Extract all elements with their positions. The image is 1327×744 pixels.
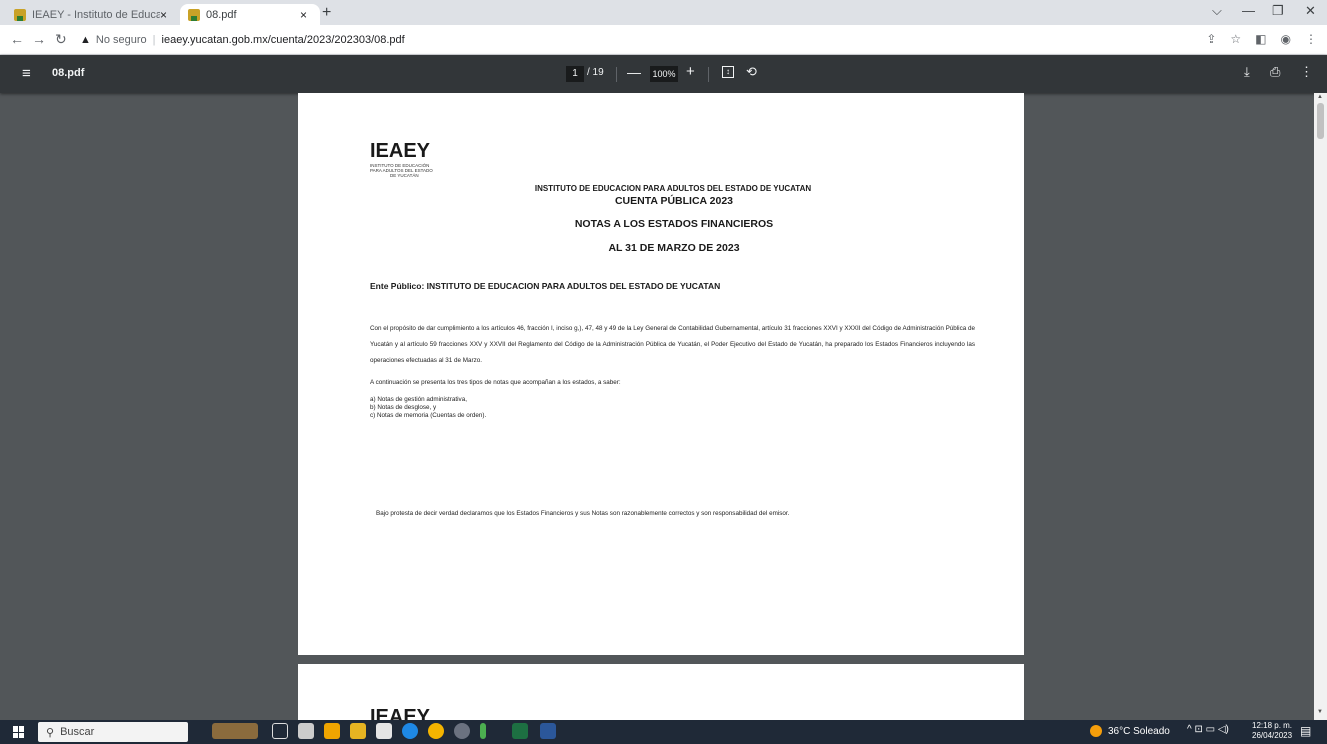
notification-icon[interactable]: ▤ bbox=[1300, 724, 1311, 738]
windows-start-icon[interactable] bbox=[13, 726, 25, 738]
notes-list: a) Notas de gestión administrativa, b) N… bbox=[370, 396, 486, 420]
zoom-in-button[interactable]: + bbox=[686, 63, 695, 80]
ieaey-logo: IEAEY INSTITUTO DE EDUCACIÓN PARA ADULTO… bbox=[370, 140, 460, 178]
page-number-input[interactable]: 1 bbox=[566, 66, 584, 82]
word-icon[interactable] bbox=[540, 723, 556, 739]
notes-intro: A continuación se presenta los tres tipo… bbox=[370, 379, 621, 386]
zoom-out-button[interactable]: — bbox=[627, 64, 641, 80]
warning-icon[interactable]: ▲ bbox=[80, 34, 91, 46]
scroll-thumb[interactable] bbox=[1317, 103, 1324, 139]
pdf-file-name: 08.pdf bbox=[52, 67, 85, 79]
divider bbox=[616, 67, 617, 82]
tab-search-chevron-icon[interactable]: ⌵ bbox=[1212, 3, 1222, 19]
chrome-icon[interactable] bbox=[428, 723, 444, 739]
close-tab-icon[interactable]: × bbox=[300, 8, 307, 22]
app-icon[interactable] bbox=[480, 723, 486, 739]
excel-icon[interactable] bbox=[512, 723, 528, 739]
sun-icon bbox=[1090, 725, 1102, 737]
ente-publico-line: Ente Público: INSTITUTO DE EDUCACION PAR… bbox=[370, 281, 721, 291]
fit-to-page-icon[interactable]: ↕ bbox=[722, 66, 734, 78]
logo-subtitle: INSTITUTO DE EDUCACIÓN PARA ADULTOS DEL … bbox=[370, 163, 460, 178]
tab-08-pdf[interactable]: 08.pdf × bbox=[180, 4, 320, 25]
close-tab-icon[interactable]: × bbox=[160, 8, 167, 22]
divider: | bbox=[152, 34, 156, 46]
page-total: / 19 bbox=[587, 67, 604, 78]
close-window-icon[interactable]: ✕ bbox=[1305, 3, 1316, 19]
logo-sub-line: DE YUCATÁN bbox=[390, 173, 419, 178]
zoom-level-input[interactable]: 100% bbox=[650, 66, 678, 82]
back-arrow-icon[interactable]: ← bbox=[10, 31, 24, 47]
reload-icon[interactable]: ↻ bbox=[55, 31, 67, 48]
mail-icon[interactable] bbox=[376, 723, 392, 739]
scroll-up-icon[interactable]: ▲ bbox=[1317, 94, 1323, 100]
date-text: 26/04/2023 bbox=[1252, 731, 1293, 740]
clock[interactable]: 12:18 p. m. 26/04/2023 bbox=[1252, 721, 1292, 741]
browser-tab-strip: IEAEY - Instituto de Educación pa × 08.p… bbox=[0, 0, 1327, 25]
more-options-icon[interactable]: ⋮ bbox=[1300, 64, 1313, 80]
download-icon[interactable]: ⤓ bbox=[1244, 64, 1250, 80]
date-heading: AL 31 DE MARZO DE 2023 bbox=[608, 242, 740, 254]
tab-label: 08.pdf bbox=[206, 8, 237, 21]
omnibox[interactable]: ▲ No seguro | ieaey.yucatan.gob.mx/cuent… bbox=[80, 29, 1180, 51]
site-favicon-icon bbox=[188, 8, 200, 21]
address-toolbar: ← → ↻ ▲ No seguro | ieaey.yucatan.gob.mx… bbox=[0, 25, 1327, 55]
menu-icon[interactable]: ≡ bbox=[22, 65, 31, 82]
news-widget-icon[interactable] bbox=[212, 723, 258, 739]
url-text[interactable]: ieaey.yucatan.gob.mx/cuenta/2023/202303/… bbox=[162, 34, 405, 46]
tab-label: IEAEY - Instituto de Educación pa bbox=[32, 8, 160, 21]
list-item: c) Notas de memoria (Cuentas de orden). bbox=[370, 412, 487, 419]
minimize-icon[interactable]: — bbox=[1242, 3, 1255, 18]
intro-paragraph: Con el propósito de dar cumplimiento a l… bbox=[370, 325, 975, 364]
address-bar-actions: ⇪ ☆ ◧ ◉ ⋮ bbox=[1206, 32, 1317, 46]
edge-icon[interactable] bbox=[402, 723, 418, 739]
settings-icon[interactable] bbox=[454, 723, 470, 739]
list-item: b) Notas de desglose, y bbox=[370, 404, 437, 411]
browser-menu-icon[interactable]: ⋮ bbox=[1305, 32, 1317, 46]
site-favicon-icon bbox=[14, 8, 26, 21]
institution-heading: INSTITUTO DE EDUCACION PARA ADULTOS DEL … bbox=[534, 184, 812, 193]
taskbar-search[interactable]: ⚲ Buscar bbox=[38, 722, 188, 742]
time-text: 12:18 p. m. bbox=[1252, 721, 1293, 730]
task-view-icon[interactable] bbox=[272, 723, 288, 739]
divider bbox=[708, 67, 709, 82]
bookmark-star-icon[interactable]: ☆ bbox=[1230, 32, 1241, 46]
windows-taskbar: ⚲ Buscar 36°C Soleado ^ ⊡ ▭ ◁) 12:18 p. … bbox=[0, 720, 1327, 744]
rotate-icon[interactable]: ⟲ bbox=[746, 64, 757, 80]
search-placeholder: Buscar bbox=[60, 726, 95, 738]
file-explorer-icon[interactable] bbox=[350, 723, 366, 739]
restore-icon[interactable]: ❐ bbox=[1272, 3, 1284, 19]
forward-arrow-icon[interactable]: → bbox=[32, 31, 46, 47]
profile-avatar-icon[interactable]: ◉ bbox=[1281, 32, 1291, 46]
protesta-statement: Bajo protesta de decir verdad declaramos… bbox=[376, 510, 790, 517]
share-icon[interactable]: ⇪ bbox=[1206, 32, 1216, 46]
cuenta-publica-heading: CUENTA PÚBLICA 2023 bbox=[614, 195, 734, 207]
scrollbar[interactable]: ▲ ▼ bbox=[1314, 93, 1327, 720]
system-tray-icons[interactable]: ^ ⊡ ▭ ◁) bbox=[1187, 724, 1229, 735]
store-icon[interactable] bbox=[324, 723, 340, 739]
list-item: a) Notas de gestión administrativa, bbox=[370, 396, 467, 403]
side-panel-icon[interactable]: ◧ bbox=[1255, 32, 1266, 46]
print-icon[interactable]: ⎙ bbox=[1270, 64, 1280, 80]
calculator-icon[interactable] bbox=[298, 723, 314, 739]
weather-text: 36°C Soleado bbox=[1108, 725, 1170, 737]
weather-widget[interactable]: 36°C Soleado bbox=[1090, 725, 1170, 737]
scroll-down-icon[interactable]: ▼ bbox=[1317, 709, 1323, 715]
search-icon: ⚲ bbox=[46, 726, 55, 739]
tab-ieaey[interactable]: IEAEY - Instituto de Educación pa × bbox=[6, 4, 176, 25]
security-status[interactable]: No seguro bbox=[96, 34, 147, 46]
logo-text: IEAEY bbox=[370, 140, 431, 162]
new-tab-button[interactable]: + bbox=[322, 4, 331, 22]
pdf-toolbar: ≡ 08.pdf 1 / 19 — 100% + ↕ ⟲ ⤓ ⎙ ⋮ bbox=[0, 55, 1327, 93]
notas-heading: NOTAS A LOS ESTADOS FINANCIEROS bbox=[574, 218, 774, 230]
